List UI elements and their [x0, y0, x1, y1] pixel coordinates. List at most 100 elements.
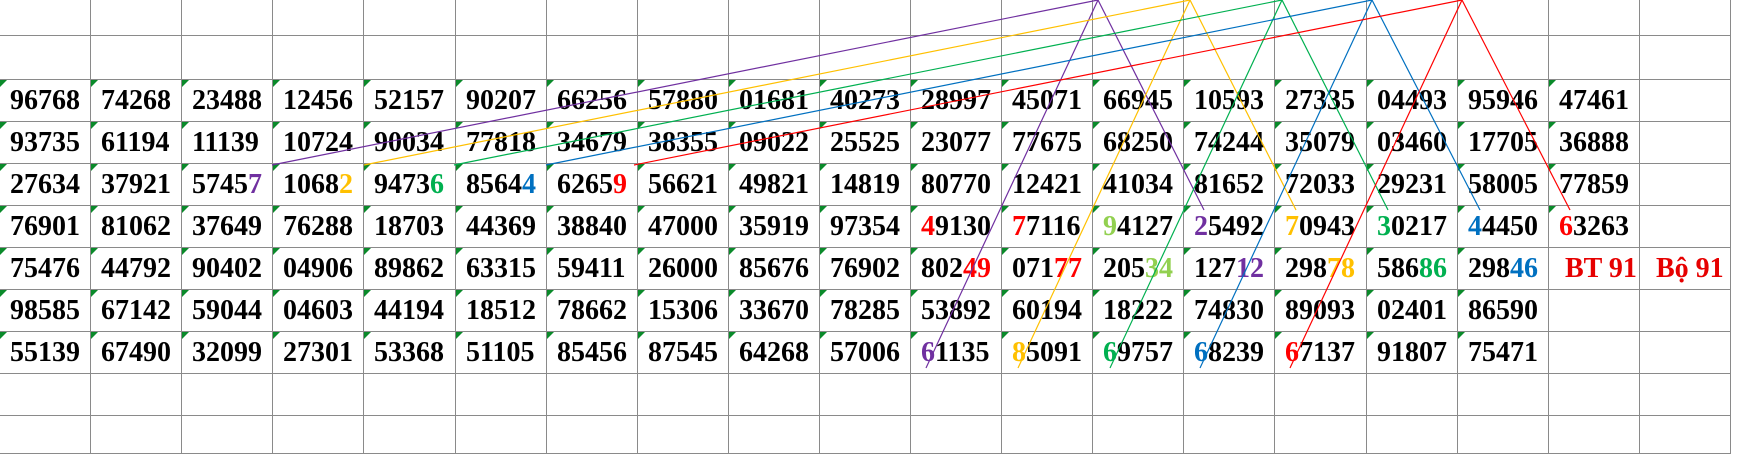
number-cell[interactable]: 9412794127 [1093, 206, 1184, 248]
grid-cell[interactable] [1367, 374, 1458, 416]
grid-cell[interactable] [1549, 416, 1640, 454]
number-cell[interactable]: 1072410724 [273, 122, 364, 164]
result-label-cell[interactable]: BT 91 [1549, 248, 1640, 290]
number-cell[interactable]: 4700047000 [638, 206, 729, 248]
number-cell[interactable]: 6625666256 [547, 80, 638, 122]
number-cell[interactable]: 7424474244 [1184, 122, 1275, 164]
number-cell[interactable]: 5745757457 [182, 164, 273, 206]
number-cell[interactable]: 1770517705 [1458, 122, 1549, 164]
grid-cell[interactable] [1184, 374, 1275, 416]
number-cell[interactable]: 6119461194 [91, 122, 182, 164]
number-cell[interactable]: 5110551105 [456, 332, 547, 374]
number-cell[interactable]: 0346003460 [1367, 122, 1458, 164]
number-cell[interactable]: 3507935079 [1275, 122, 1367, 164]
number-cell[interactable]: 0717707177 [1002, 248, 1093, 290]
grid-cell[interactable] [1275, 0, 1367, 36]
grid-cell[interactable] [182, 416, 273, 454]
number-cell[interactable]: 7711677116 [1002, 206, 1093, 248]
grid-cell[interactable] [273, 416, 364, 454]
number-cell[interactable]: 4445044450 [1458, 206, 1549, 248]
number-cell[interactable]: 0460304603 [273, 290, 364, 332]
number-cell[interactable]: 6975769757 [1093, 332, 1184, 374]
number-cell[interactable]: 5904459044 [182, 290, 273, 332]
grid-cell[interactable] [1549, 0, 1640, 36]
grid-cell[interactable] [547, 0, 638, 36]
number-cell[interactable]: 6265962659 [547, 164, 638, 206]
grid-cell[interactable] [0, 0, 91, 36]
grid-cell[interactable] [1640, 332, 1731, 374]
number-cell[interactable]: 8659086590 [1458, 290, 1549, 332]
number-cell[interactable]: 6713767137 [1275, 332, 1367, 374]
number-cell[interactable]: 1851218512 [456, 290, 547, 332]
grid-cell[interactable] [1549, 36, 1640, 80]
number-cell[interactable]: 5336853368 [364, 332, 456, 374]
result-label-cell[interactable]: Bộ 91 [1640, 248, 1731, 290]
number-cell[interactable]: 4419444194 [364, 290, 456, 332]
grid-cell[interactable] [1640, 164, 1731, 206]
grid-cell[interactable] [364, 0, 456, 36]
grid-cell[interactable] [1549, 374, 1640, 416]
number-cell[interactable]: 1481914819 [820, 164, 911, 206]
grid-cell[interactable] [456, 374, 547, 416]
number-cell[interactable]: 9020790207 [456, 80, 547, 122]
grid-cell[interactable] [1093, 416, 1184, 454]
number-cell[interactable]: 5513955139 [0, 332, 91, 374]
grid-cell[interactable] [456, 416, 547, 454]
number-cell[interactable]: 7628876288 [273, 206, 364, 248]
grid-cell[interactable] [820, 374, 911, 416]
number-cell[interactable]: 4746147461 [1549, 80, 1640, 122]
grid-cell[interactable] [1093, 0, 1184, 36]
number-cell[interactable]: 8754587545 [638, 332, 729, 374]
number-cell[interactable]: 6823968239 [1184, 332, 1275, 374]
number-cell[interactable]: 2730127301 [273, 332, 364, 374]
grid-cell[interactable] [91, 374, 182, 416]
number-cell[interactable]: 1242112421 [1002, 164, 1093, 206]
number-cell[interactable]: 3367033670 [729, 290, 820, 332]
grid-cell[interactable] [1640, 374, 1731, 416]
grid-cell[interactable] [1275, 416, 1367, 454]
number-cell[interactable]: 9858598585 [0, 290, 91, 332]
grid-cell[interactable] [547, 36, 638, 80]
number-cell[interactable]: 8509185091 [1002, 332, 1093, 374]
grid-cell[interactable] [91, 0, 182, 36]
grid-cell[interactable] [911, 416, 1002, 454]
number-cell[interactable]: 9473694736 [364, 164, 456, 206]
grid-cell[interactable] [1640, 206, 1731, 248]
grid-cell[interactable] [729, 416, 820, 454]
number-cell[interactable]: 1822218222 [1093, 290, 1184, 332]
grid-cell[interactable] [0, 416, 91, 454]
grid-cell[interactable] [456, 36, 547, 80]
number-cell[interactable]: 6714267142 [91, 290, 182, 332]
number-cell[interactable]: 2600026000 [638, 248, 729, 290]
number-cell[interactable]: 1271212712 [1184, 248, 1275, 290]
grid-cell[interactable] [0, 374, 91, 416]
number-cell[interactable]: 6331563315 [456, 248, 547, 290]
number-cell[interactable]: 9735497354 [820, 206, 911, 248]
grid-cell[interactable] [911, 36, 1002, 80]
grid-cell[interactable] [547, 416, 638, 454]
grid-cell[interactable] [91, 416, 182, 454]
grid-cell[interactable] [1549, 290, 1640, 332]
grid-cell[interactable] [1549, 332, 1640, 374]
number-cell[interactable]: 7828578285 [820, 290, 911, 332]
number-cell[interactable]: 5389253892 [911, 290, 1002, 332]
number-cell[interactable]: 9040290402 [182, 248, 273, 290]
grid-cell[interactable] [1002, 416, 1093, 454]
number-cell[interactable]: 2307723077 [911, 122, 1002, 164]
number-cell[interactable]: 0902209022 [729, 122, 820, 164]
grid-cell[interactable] [1640, 416, 1731, 454]
number-cell[interactable]: 7426874268 [91, 80, 182, 122]
grid-cell[interactable] [182, 0, 273, 36]
grid-cell[interactable] [1458, 0, 1549, 36]
number-cell[interactable]: 4479244792 [91, 248, 182, 290]
grid-cell[interactable] [1640, 122, 1731, 164]
grid-cell[interactable] [1367, 36, 1458, 80]
number-cell[interactable]: 5788057880 [638, 80, 729, 122]
number-cell[interactable]: 6749067490 [91, 332, 182, 374]
grid-cell[interactable] [638, 374, 729, 416]
grid-cell[interactable] [364, 36, 456, 80]
number-cell[interactable]: 0240102401 [1367, 290, 1458, 332]
grid-cell[interactable] [911, 374, 1002, 416]
grid-cell[interactable] [1640, 80, 1731, 122]
number-cell[interactable]: 5700657006 [820, 332, 911, 374]
